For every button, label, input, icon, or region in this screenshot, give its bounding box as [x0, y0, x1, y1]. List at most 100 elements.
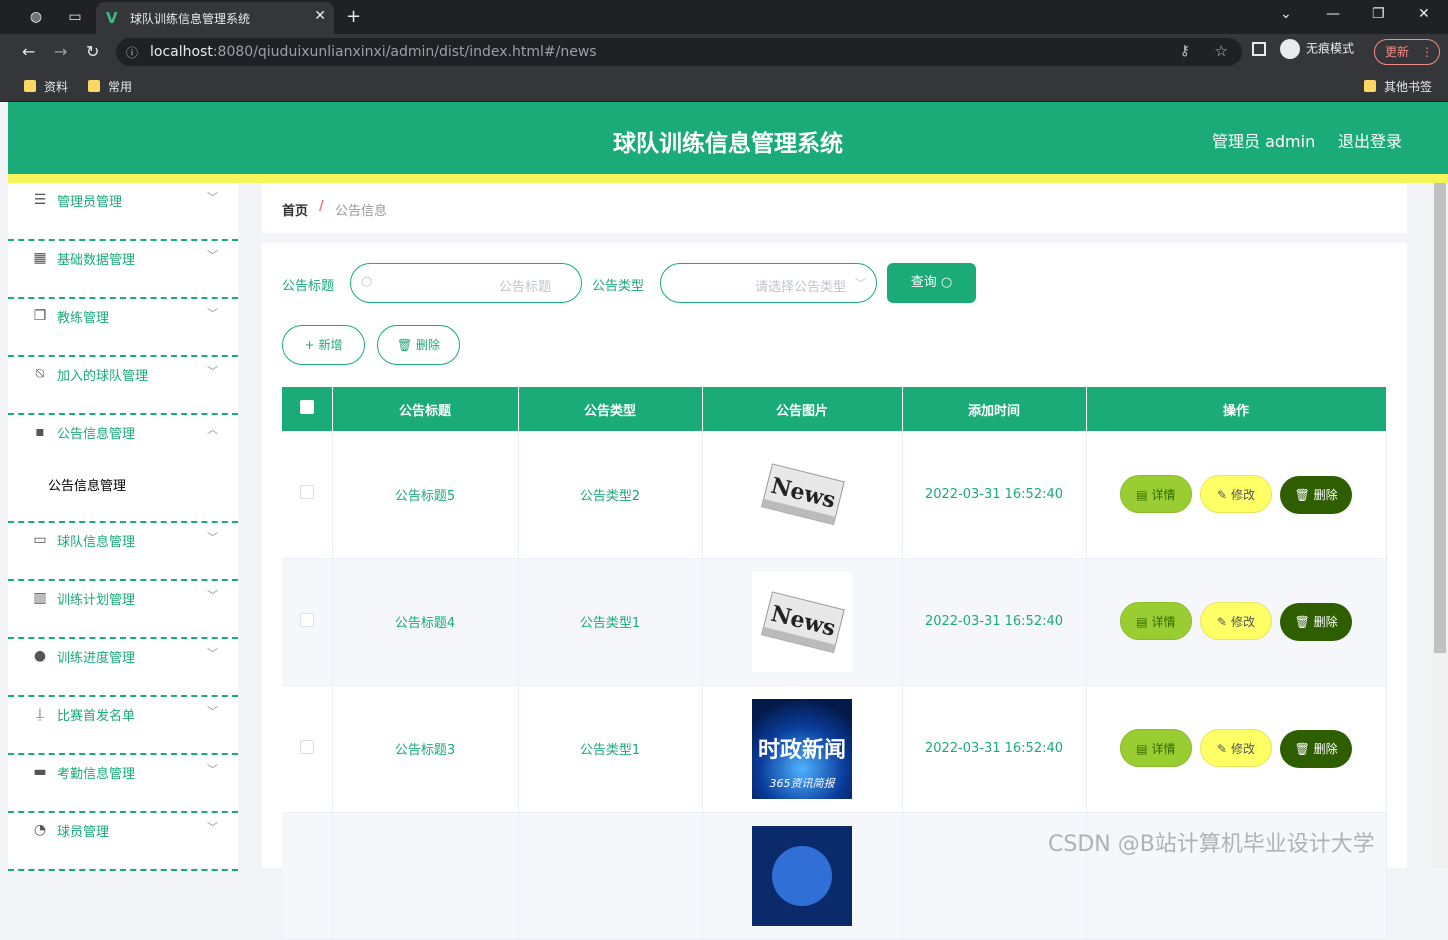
chart-icon: ▥: [33, 590, 47, 606]
plus-icon: +: [304, 338, 315, 352]
sidebar-item-label: 比赛首发名单: [57, 709, 136, 724]
browser-update-button[interactable]: 更新 ⋮: [1374, 39, 1440, 65]
browser-tab-bar: ◍ ▭ V 球队训练信息管理系统 ✕ + ⌄ — ❐ ✕: [0, 0, 1448, 34]
row-checkbox[interactable]: [299, 612, 314, 627]
column-header[interactable]: 公告类型: [518, 387, 703, 431]
chevron-down-icon: ﹀: [207, 647, 218, 660]
trash-icon: 🗑: [396, 338, 413, 352]
search-icon: ○: [361, 274, 373, 289]
type-select[interactable]: 请选择公告类型 ﹀: [660, 263, 877, 303]
browser-tab-active[interactable]: V 球队训练信息管理系统 ✕: [96, 2, 334, 34]
gauge-icon: ◔: [33, 822, 47, 838]
notice-image-cell: News: [702, 558, 903, 686]
search-icon: ○: [940, 275, 953, 290]
folder-icon: [88, 80, 100, 92]
column-header[interactable]: 公告标题: [332, 387, 519, 431]
kebab-menu-icon: ⋮: [1421, 45, 1434, 59]
query-label: 查询: [910, 275, 937, 290]
batch-delete-button[interactable]: 🗑 删除: [377, 325, 460, 365]
scrollbar-thumb[interactable]: [1434, 183, 1446, 653]
back-icon[interactable]: ←: [22, 42, 35, 61]
url-input[interactable]: ⓘ localhost:8080/qiuduixunlianxinxi/admi…: [116, 38, 1242, 66]
incognito-indicator[interactable]: 无痕模式: [1280, 39, 1354, 59]
column-header: 操作: [1086, 387, 1387, 431]
row-checkbox[interactable]: [299, 485, 314, 500]
side-panel-icon[interactable]: [1252, 42, 1266, 56]
globe-icon[interactable]: ◍: [27, 8, 45, 26]
info-icon[interactable]: ⓘ: [126, 44, 138, 61]
breadcrumb-home[interactable]: 首页: [282, 200, 308, 219]
select-all-checkbox[interactable]: [299, 400, 314, 414]
tab-close-icon[interactable]: ✕: [314, 8, 326, 24]
restore-icon[interactable]: ❐: [1372, 6, 1385, 22]
edit-button[interactable]: ✎ 修改: [1200, 474, 1272, 513]
globe-thumbnail[interactable]: [752, 825, 852, 926]
submenu-item-notice[interactable]: 公告信息管理: [48, 475, 126, 494]
sidebar-item-base-data[interactable]: ▦ 基础数据管理 ﹀: [8, 241, 238, 299]
incognito-icon: [1280, 39, 1300, 59]
folder-icon: [1364, 80, 1376, 92]
detail-button[interactable]: ▤ 详情: [1119, 602, 1192, 640]
notice-title-cell: 公告标题4: [332, 558, 519, 686]
bookmark-folder[interactable]: 资料: [24, 78, 68, 95]
chevron-down-icon: ﹀: [207, 821, 218, 834]
sidebar-item-label: 训练计划管理: [57, 593, 136, 608]
sidebar-item-label: 训练进度管理: [57, 651, 136, 666]
query-button[interactable]: 查询 ○: [887, 263, 976, 303]
sidebar-item-coach[interactable]: ❐ 教练管理 ﹀: [8, 299, 238, 357]
title-search-placeholder: 公告标题: [498, 280, 551, 295]
type-select-label: 公告类型: [592, 279, 645, 294]
news-thumbnail[interactable]: News: [752, 571, 852, 672]
new-tab-icon[interactable]: +: [346, 6, 361, 27]
chevron-up-icon: ︿: [207, 423, 218, 436]
edit-label: 修改: [1230, 742, 1255, 756]
sidebar-item-attendance[interactable]: ▬ 考勤信息管理 ﹀: [8, 755, 238, 813]
title-search-label: 公告标题: [282, 279, 335, 294]
add-button[interactable]: + 新增: [282, 325, 365, 365]
key-icon[interactable]: ⚷: [1180, 43, 1190, 59]
edit-icon: ✎: [1217, 487, 1228, 502]
sidebar-item-notice[interactable]: ▪ 公告信息管理 ︿: [8, 415, 238, 523]
window-icon[interactable]: ▭: [66, 8, 84, 26]
page-scrollbar[interactable]: [1432, 183, 1448, 868]
edit-button[interactable]: ✎ 修改: [1200, 729, 1272, 767]
sidebar-item-admin[interactable]: ☰ 管理员管理 ﹀: [8, 183, 238, 241]
tab-search-chevron-icon[interactable]: ⌄: [1280, 6, 1292, 22]
sidebar-item-training-plan[interactable]: ▥ 训练计划管理 ﹀: [8, 581, 238, 639]
minimize-icon[interactable]: —: [1326, 6, 1340, 22]
news-thumbnail[interactable]: News: [752, 444, 852, 545]
add-label: 新增: [318, 338, 343, 352]
reload-icon[interactable]: ↻: [86, 42, 99, 61]
bookmark-label: 常用: [108, 80, 133, 94]
delete-button[interactable]: 🗑 删除: [1280, 475, 1353, 514]
other-bookmarks[interactable]: 其他书签: [1364, 78, 1432, 95]
window-close-icon[interactable]: ✕: [1418, 6, 1430, 22]
logout-button[interactable]: 退出登录: [1338, 128, 1402, 152]
sidebar-item-training-progress[interactable]: ● 训练进度管理 ﹀: [8, 639, 238, 697]
detail-button[interactable]: ▤ 详情: [1119, 729, 1192, 767]
bookmark-star-icon[interactable]: ☆: [1215, 42, 1228, 60]
sidebar-item-starting-lineup[interactable]: ⍊ 比赛首发名单 ﹀: [8, 697, 238, 755]
url-path: :8080/qiuduixunlianxinxi/admin/dist/inde…: [212, 44, 597, 60]
forward-icon[interactable]: →: [54, 42, 67, 61]
edit-label: 修改: [1230, 615, 1255, 629]
breadcrumb: 首页 / 公告信息: [262, 183, 1407, 233]
bookmarks-bar: 资料 常用 其他书签: [0, 70, 1448, 102]
shizheng-thumbnail[interactable]: 时政新闻 365资讯简报: [752, 698, 852, 799]
sidebar-item-joined-team[interactable]: ⍉ 加入的球队管理 ﹀: [8, 357, 238, 415]
detail-button[interactable]: ▤ 详情: [1119, 474, 1192, 513]
column-header[interactable]: 添加时间: [902, 387, 1087, 431]
row-checkbox[interactable]: [299, 739, 314, 754]
delete-button[interactable]: 🗑 删除: [1280, 603, 1353, 641]
detail-label: 详情: [1151, 742, 1176, 756]
title-search-input[interactable]: ○ 公告标题: [350, 263, 582, 303]
delete-button[interactable]: 🗑 删除: [1280, 730, 1353, 768]
doc-icon: ▤: [1136, 615, 1148, 629]
sidebar-item-team-info[interactable]: ▭ 球队信息管理 ﹀: [8, 523, 238, 581]
edit-button[interactable]: ✎ 修改: [1200, 602, 1272, 640]
bookmark-folder[interactable]: 常用: [88, 78, 132, 95]
delete-label: 删除: [1313, 615, 1338, 629]
shizheng-subtext: 365资讯简报: [770, 777, 837, 790]
sidebar-item-player[interactable]: ◔ 球员管理 ﹀: [8, 813, 238, 871]
header-accent-strip: [8, 174, 1448, 183]
